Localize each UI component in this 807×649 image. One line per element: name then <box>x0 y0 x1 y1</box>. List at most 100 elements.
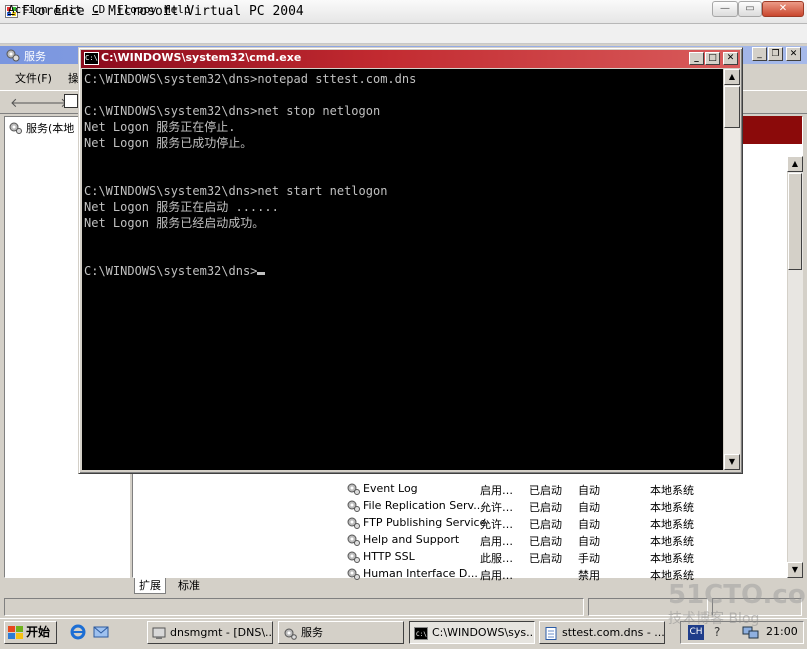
menu-help[interactable]: Help <box>164 3 191 16</box>
cmd-minimize-button[interactable]: _ <box>689 52 704 65</box>
svg-text:C:\: C:\ <box>416 631 427 638</box>
taskbar-button[interactable]: C:\ C:\WINDOWS\sys... <box>409 621 535 644</box>
taskbar-button[interactable]: dnsmgmt - [DNS\... <box>147 621 273 644</box>
clock: 21:00 <box>766 625 798 638</box>
service-gear-icon <box>346 515 360 532</box>
start-label: 开始 <box>26 625 51 639</box>
close-button[interactable]: ✕ <box>762 1 804 17</box>
table-row[interactable]: Help and Support 启用… 已启动 自动 本地系统 <box>344 531 784 548</box>
console-line: Net Logon 服务已经启动成功。 <box>84 216 265 230</box>
service-status-cell: 已启动 <box>529 552 562 565</box>
service-name-cell: Event Log <box>363 482 418 495</box>
scroll-up-arrow-icon[interactable]: ▲ <box>787 156 803 172</box>
service-startup-cell: 自动 <box>578 535 600 548</box>
menu-file[interactable]: 文件(F) <box>15 70 52 86</box>
cmd-scroll-up-arrow-icon[interactable]: ▲ <box>724 69 740 85</box>
mdi-restore-button[interactable]: ❐ <box>768 47 783 61</box>
service-startup-cell: 自动 <box>578 501 600 514</box>
service-startup-cell: 自动 <box>578 518 600 531</box>
service-desc-cell: 启用… <box>480 535 513 548</box>
table-row[interactable]: HTTP SSL 此服… 已启动 手动 本地系统 <box>344 548 784 565</box>
service-startup-cell: 手动 <box>578 552 600 565</box>
cmd-scrollbar[interactable] <box>724 69 740 470</box>
service-logon-cell: 本地系统 <box>650 535 694 548</box>
taskbar-button-label: sttest.com.dns - ... <box>562 626 665 639</box>
outlook-express-icon[interactable] <box>93 624 109 640</box>
service-status-cell: 已启动 <box>529 535 562 548</box>
taskbar-button-label: C:\WINDOWS\sys... <box>432 626 535 639</box>
service-desc-cell: 启用… <box>480 569 513 582</box>
service-logon-cell: 本地系统 <box>650 552 694 565</box>
cmd-close-button[interactable]: ✕ <box>723 52 738 65</box>
service-name-cell: FTP Publishing Service <box>363 516 487 529</box>
maximize-button[interactable]: ▭ <box>738 1 762 17</box>
console-line: Net Logon 服务正在启动 ...... <box>84 200 279 214</box>
console-line: C:\WINDOWS\system32\dns>net stop netlogo… <box>84 104 381 118</box>
services-gear-icon <box>8 120 22 134</box>
service-name-cell: File Replication Serv... <box>363 499 484 512</box>
internet-explorer-icon[interactable] <box>70 624 86 640</box>
tree-item-services-local[interactable]: 服务(本地 <box>26 120 74 136</box>
taskbar-button-label: 服务 <box>301 626 323 639</box>
service-gear-icon <box>346 498 360 515</box>
table-row[interactable]: FTP Publishing Service 允许… 已启动 自动 本地系统 <box>344 514 784 531</box>
service-gear-icon <box>346 549 360 566</box>
cmd-scroll-down-arrow-icon[interactable]: ▼ <box>724 454 740 470</box>
watermark-subtitle: 技术博客 Blog <box>668 611 760 627</box>
mdi-close-button[interactable]: ✕ <box>786 47 801 61</box>
console-line: Net Logon 服务已成功停止。 <box>84 136 253 150</box>
cmd-title: C:\WINDOWS\system32\cmd.exe <box>101 51 302 64</box>
view-tabs: 扩展 标准 <box>130 578 430 596</box>
service-logon-cell: 本地系统 <box>650 484 694 497</box>
service-name-cell: HTTP SSL <box>363 550 415 563</box>
taskbar-button[interactable]: 服务 <box>278 621 404 644</box>
notepad-icon <box>544 626 558 640</box>
menu-cd[interactable]: CD <box>92 3 105 16</box>
service-desc-cell: 允许… <box>480 518 513 531</box>
menu-edit[interactable]: Edit <box>55 3 82 16</box>
service-logon-cell: 本地系统 <box>650 501 694 514</box>
service-gear-icon <box>346 481 360 498</box>
console-line: C:\WINDOWS\system32\dns>net start netlog… <box>84 184 388 198</box>
tab-extended[interactable]: 扩展 <box>134 578 166 594</box>
windows-logo-icon <box>8 626 23 639</box>
show-console-tree-icon[interactable] <box>64 94 78 108</box>
service-status-cell: 已启动 <box>529 484 562 497</box>
service-status-cell: 已启动 <box>529 518 562 531</box>
service-desc-cell: 启用… <box>480 484 513 497</box>
console-text: C:\WINDOWS\system32\dns>notepad sttest.c… <box>84 71 720 279</box>
console-line: Net Logon 服务正在停止. <box>84 120 236 134</box>
table-row[interactable]: Event Log 启用… 已启动 自动 本地系统 <box>344 480 784 497</box>
minimize-button[interactable]: — <box>712 1 738 17</box>
table-row[interactable]: File Replication Serv... 允许… 已启动 自动 本地系统 <box>344 497 784 514</box>
console-line: C:\WINDOWS\system32\dns> <box>84 263 720 279</box>
start-button[interactable]: 开始 <box>4 621 57 644</box>
service-desc-cell: 允许… <box>480 501 513 514</box>
menu-floppy[interactable]: Floppy <box>117 3 157 16</box>
cmd-maximize-button[interactable]: □ <box>705 52 720 65</box>
taskbar-button[interactable]: sttest.com.dns - ... <box>539 621 665 644</box>
status-cell <box>4 598 584 616</box>
service-status-cell: 已启动 <box>529 501 562 514</box>
watermark: 51CTO.com <box>668 580 807 610</box>
service-name-cell: Help and Support <box>363 533 460 546</box>
service-desc-cell: 此服… <box>480 552 513 565</box>
text-cursor <box>257 272 266 275</box>
forward-arrow-icon[interactable]: 🡒 <box>33 95 68 111</box>
cmd-icon: C:\ <box>84 52 99 65</box>
list-scroll-thumb[interactable] <box>788 173 802 270</box>
services-title: 服务 <box>24 50 46 63</box>
tab-standard[interactable]: 标准 <box>174 578 204 594</box>
service-startup-cell: 自动 <box>578 484 600 497</box>
vpc-menubar <box>0 24 807 44</box>
mdi-minimize-button[interactable]: _ <box>752 47 767 61</box>
cmd-scroll-thumb[interactable] <box>724 86 740 128</box>
header-banner <box>742 116 802 144</box>
menu-action[interactable]: Action <box>8 3 48 16</box>
scroll-down-arrow-icon[interactable]: ▼ <box>787 562 803 578</box>
